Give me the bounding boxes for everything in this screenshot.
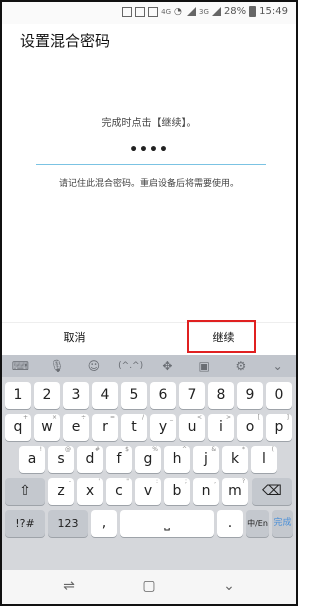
letter-row-2: a! s @ d # f $ g% h ^ j & k * l( [5,446,293,473]
home-icon[interactable]: ▢ [140,578,158,594]
shift-icon: ⇧ [19,483,31,499]
letter-row-1: q + w × e ÷ r = t / y _ u < i > o[ p] [5,414,293,441]
key-9[interactable]: 9 [237,382,263,409]
key-f[interactable]: f $ [106,446,132,473]
battery-icon [249,6,257,17]
battery-percent: 28% [223,6,247,17]
number-row: 1 2 3 4 5 6 7 8 9 0 [5,382,293,409]
key-4[interactable]: 4 [92,382,118,409]
key-o[interactable]: o[ [237,414,263,441]
hint-text: 请记住此混合密码。重启设备后将需要使用。 [58,179,239,189]
clock: 15:49 [259,6,288,17]
key-3[interactable]: 3 [63,382,89,409]
key-1[interactable]: 1 [5,382,31,409]
page-title: 设置混合密码 [20,32,111,50]
recent-apps-icon[interactable]: ⇌ [60,578,78,594]
key-c[interactable]: c " [106,478,132,505]
back-chevron-icon[interactable]: ⌄ [220,578,238,594]
emoji-icon[interactable]: ☺ [76,355,113,377]
key-2[interactable]: 2 [34,382,60,409]
sim-icon [148,6,159,17]
key-z[interactable]: z- [48,478,74,505]
key-u[interactable]: u < [179,414,205,441]
keyboard-toolbar: ⌨ 🎙 ☺ (^.^) ✥ ▣ ⚙ ⌄ [2,355,296,377]
key-b[interactable]: b; [164,478,190,505]
cancel-button[interactable]: 取消 [0,322,149,354]
clipboard-icon[interactable]: ▣ [186,355,223,377]
space-key[interactable]: ⎵ [120,510,214,537]
key-e[interactable]: e ÷ [63,414,89,441]
key-j[interactable]: j & [193,446,219,473]
comma-key[interactable]: , [91,510,117,537]
nfc-icon [122,6,133,17]
network-label-3g: 3G [199,7,209,16]
key-i[interactable]: i > [208,414,234,441]
move-cursor-icon[interactable]: ✥ [149,355,186,377]
key-v[interactable]: v: [135,478,161,505]
key-8[interactable]: 8 [208,382,234,409]
keyboard-keys: 1 2 3 4 5 6 7 8 9 0 q + w × e ÷ r = t / y _ u <… [2,377,296,570]
key-0[interactable]: 0 [266,382,292,409]
keyboard: ⌨ 🎙 ☺ (^.^) ✥ ▣ ⚙ ⌄ 1 2 3 4 5 6 7 8 9 0 … [2,355,296,570]
backspace-key[interactable]: ⌫ [252,478,292,505]
key-7[interactable]: 7 [179,382,205,409]
wifi-icon: ◔ [174,6,182,17]
status-icons: 4G ◔ 3G 28% 15:49 [122,6,288,17]
letter-row-3: ⇧ z- x ' c " v: b; n, m? ⌫ [5,478,293,505]
key-k[interactable]: k * [222,446,248,473]
network-label-4g: 4G [161,7,172,16]
chevron-down-icon[interactable]: ⌄ [259,355,296,377]
password-underline [36,164,266,165]
key-q[interactable]: q + [5,414,31,441]
key-m[interactable]: m? [222,478,248,505]
mic-icon[interactable]: 🎙 [39,355,76,377]
shift-key[interactable]: ⇧ [5,478,45,505]
signal-icon [187,7,197,16]
key-w[interactable]: w × [34,414,60,441]
key-x[interactable]: x ' [77,478,103,505]
key-y[interactable]: y _ [150,414,176,441]
vibrate-icon [135,6,146,17]
key-n[interactable]: n, [193,478,219,505]
key-r[interactable]: r = [92,414,118,441]
language-key[interactable]: 中/En [246,510,269,537]
navigation-bar: ⇌ ▢ ⌄ [2,570,296,604]
key-h[interactable]: h ^ [164,446,190,473]
key-p[interactable]: p] [266,414,292,441]
kaomoji-icon[interactable]: (^.^) [112,355,149,377]
instruction-text: 完成时点击【继续】。 [101,118,197,129]
key-g[interactable]: g% [135,446,161,473]
backspace-icon: ⌫ [262,483,282,499]
key-6[interactable]: 6 [150,382,176,409]
symbols-key[interactable]: !?# [5,510,45,537]
key-l[interactable]: l( [251,446,277,473]
key-s[interactable]: s @ [48,446,74,473]
key-a[interactable]: a! [19,446,45,473]
numbers-key[interactable]: 123 [48,510,88,537]
period-key[interactable]: . [217,510,243,537]
continue-button[interactable]: 继续 [149,322,298,354]
keyboard-icon[interactable]: ⌨ [2,355,39,377]
status-bar: 4G ◔ 3G 28% 15:49 [0,0,298,24]
key-t[interactable]: t / [121,414,147,441]
password-field[interactable]: •••• [0,142,298,158]
key-d[interactable]: d # [77,446,103,473]
key-5[interactable]: 5 [121,382,147,409]
space-icon: ⎵ [164,515,170,531]
signal-icon [211,7,221,16]
settings-icon[interactable]: ⚙ [223,355,260,377]
done-key[interactable]: 完成 [272,510,293,537]
bottom-row: !?# 123 , ⎵ . 中/En 完成 [5,510,293,537]
